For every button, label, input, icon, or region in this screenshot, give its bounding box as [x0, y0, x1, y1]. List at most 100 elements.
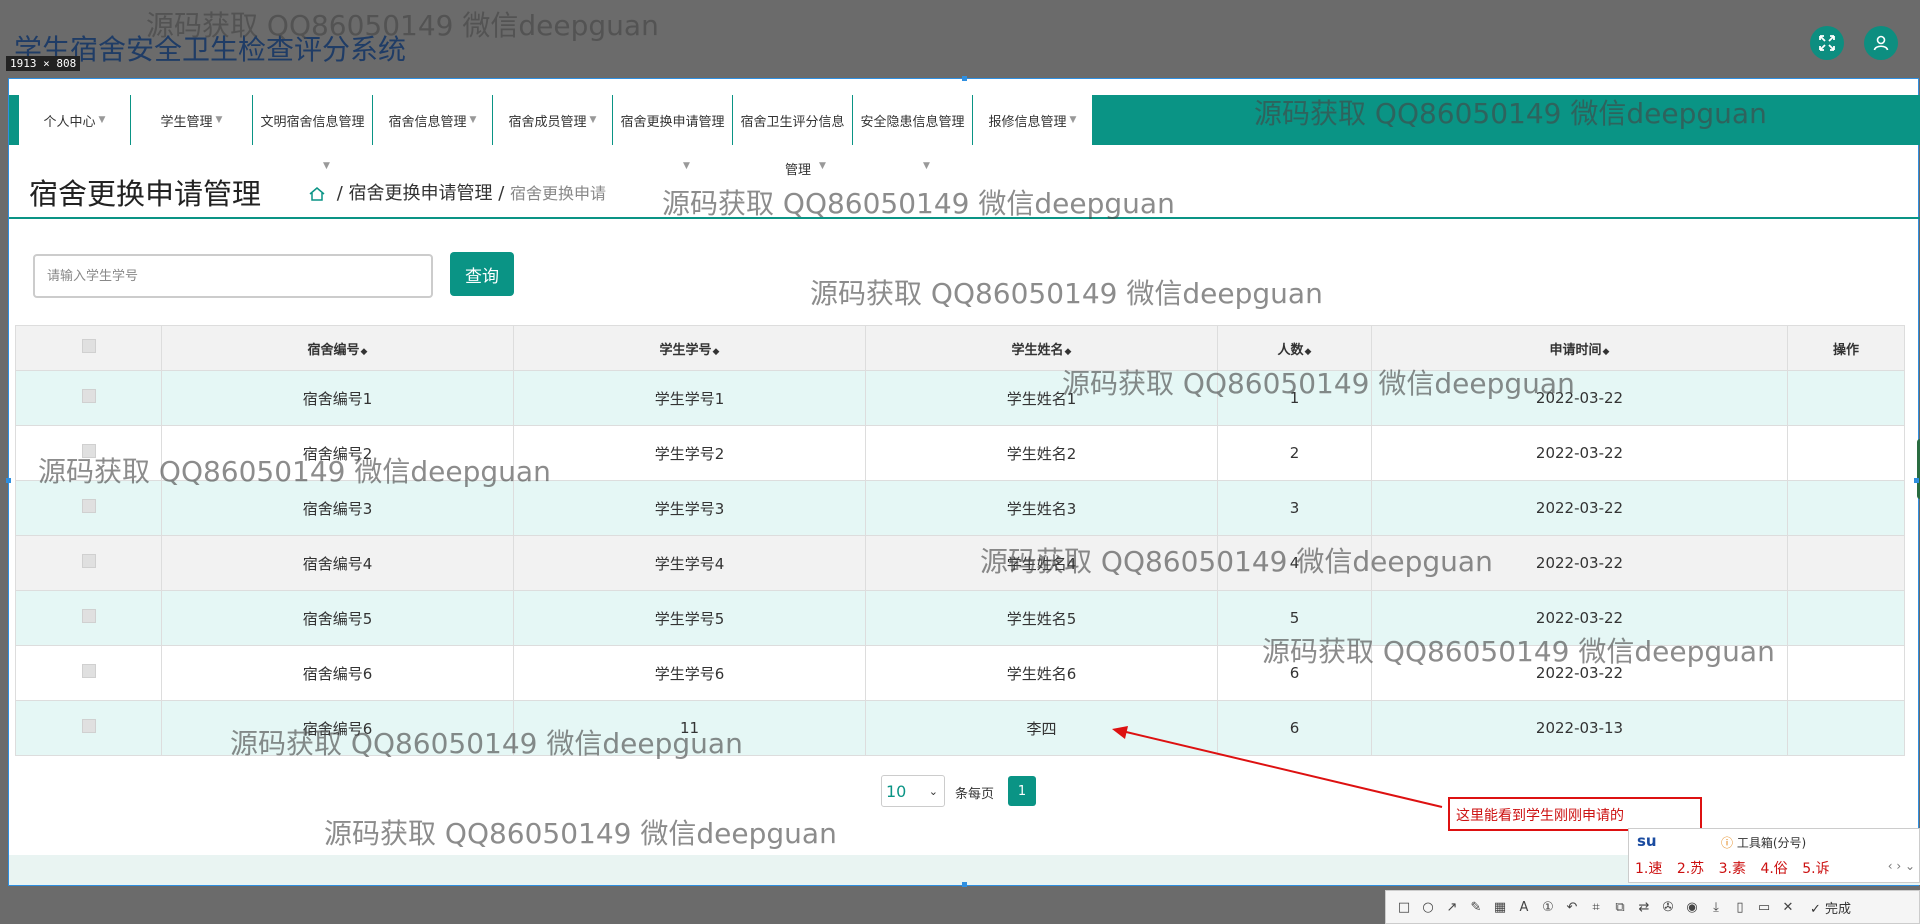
row-checkbox[interactable] [81, 499, 96, 513]
ime-candidate[interactable]: 3.素 [1719, 861, 1746, 877]
caret-down-icon: ▼ [323, 161, 330, 171]
fullscreen-icon[interactable] [1810, 26, 1844, 60]
cell-actions [1787, 645, 1905, 701]
row-checkbox[interactable] [81, 609, 96, 623]
col-label: 宿舍编号 [307, 342, 360, 358]
cell-student-id: 学生学号6 [513, 645, 866, 701]
row-checkbox[interactable] [81, 719, 96, 733]
nav-dorm-change-request[interactable]: 宿舍更换申请管理 [613, 95, 733, 145]
sort-icon[interactable]: ◆ [1305, 347, 1312, 357]
cell-dorm-number: 宿舍编号5 [161, 590, 514, 646]
resize-handle[interactable] [962, 76, 967, 81]
sort-icon[interactable]: ◆ [1065, 347, 1072, 357]
cell-apply-time: 2022-03-13 [1371, 700, 1788, 756]
cell-student-name: 学生姓名6 [865, 645, 1218, 701]
nav-dorm-info[interactable]: 宿舍信息管理 ▼ [373, 95, 493, 145]
circle-icon[interactable]: ○ [1418, 897, 1438, 917]
nav-label: 宿舍卫生评分信息 [740, 114, 845, 130]
arrow-icon[interactable]: ↗ [1442, 897, 1462, 917]
watermark: 源码获取 QQ86050149 微信deepguan [324, 817, 837, 850]
nav-repair-info[interactable]: 报修信息管理 ▼ [973, 95, 1093, 145]
resize-handle[interactable] [962, 882, 967, 887]
breadcrumb-separator: / [492, 183, 511, 204]
pen-icon[interactable]: ✎ [1466, 897, 1486, 917]
student-id-search-input[interactable] [33, 254, 433, 298]
annotation-text-box[interactable]: 这里能看到学生刚刚申请的 [1448, 797, 1702, 831]
nav-student-management[interactable]: 学生管理 ▼ [131, 95, 253, 145]
watermark: 源码获取 QQ86050149 微信deepguan [1254, 97, 1767, 130]
nav-label: 文明宿舍信息管理 [260, 114, 365, 130]
row-select-cell [15, 535, 162, 591]
home-icon[interactable] [309, 187, 325, 201]
page-size-select[interactable]: 10 ⌄ [881, 775, 945, 807]
done-button[interactable]: ✓ 完成 [1810, 898, 1851, 917]
sort-icon[interactable]: ◆ [1603, 347, 1610, 357]
select-all-checkbox[interactable] [81, 339, 96, 353]
rectangle-icon[interactable]: □ [1394, 897, 1414, 917]
dorm-change-request-table: 宿舍编号◆ 学生学号◆ 学生姓名◆ 人数◆ 申请时间◆ 操作 宿舍编号1 学生学… [15, 325, 1905, 756]
mosaic-icon[interactable]: ▦ [1490, 897, 1510, 917]
capture-size-badge: 1913 × 808 [6, 56, 81, 71]
chevron-down-icon: ⌄ [928, 784, 938, 798]
table-row[interactable]: 宿舍编号4 学生学号4 学生姓名4 4 2022-03-22 [15, 535, 1905, 591]
ime-candidate[interactable]: 4.俗 [1760, 861, 1787, 877]
nav-label: 安全隐患信息管理 [860, 114, 965, 130]
ime-candidate[interactable]: 5.诉 [1802, 861, 1829, 877]
breadcrumb-parent[interactable]: 宿舍更换申请管理 [349, 183, 493, 204]
undo-icon[interactable]: ↶ [1562, 897, 1582, 917]
nav-safety-hazard[interactable]: 安全隐患信息管理 [853, 95, 973, 145]
ime-candidates: 1.速 2.苏 3.素 4.俗 5.诉 [1635, 858, 1840, 878]
translate-icon[interactable]: ⇄ [1634, 897, 1654, 917]
page-button-current[interactable]: 1 [1008, 776, 1036, 806]
nav-dorm-hygiene[interactable]: 宿舍卫生评分信息 [733, 95, 853, 145]
table-header-row: 宿舍编号◆ 学生学号◆ 学生姓名◆ 人数◆ 申请时间◆ 操作 [15, 325, 1905, 371]
crop-icon[interactable]: ⌗ [1586, 897, 1606, 917]
col-dorm-number[interactable]: 宿舍编号◆ [161, 325, 514, 371]
watermark: 源码获取 QQ86050149 微信deepguan [1062, 367, 1575, 400]
sort-icon[interactable]: ◆ [361, 347, 368, 357]
close-icon[interactable]: ✕ [1778, 897, 1798, 917]
cell-count: 3 [1217, 480, 1372, 536]
nav-overflow-label: 管理 [785, 163, 812, 178]
record-icon[interactable]: ◉ [1682, 897, 1702, 917]
user-avatar-icon[interactable] [1864, 26, 1898, 60]
cell-dorm-number: 宿舍编号4 [161, 535, 514, 591]
capture-toolbar: □ ○ ↗ ✎ ▦ A ① ↶ ⌗ ⧉ ⇄ ✇ ◉ ⤓ ▯ ▭ ✕ ✓ 完成 [1385, 890, 1920, 924]
col-label: 学生姓名 [1011, 342, 1064, 358]
download-icon[interactable]: ⤓ [1706, 897, 1726, 917]
row-checkbox[interactable] [81, 554, 96, 568]
cell-student-name: 学生姓名3 [865, 480, 1218, 536]
copy-icon[interactable]: ⧉ [1610, 897, 1630, 917]
device-icon[interactable]: ▯ [1730, 897, 1750, 917]
query-button[interactable]: 查询 [450, 252, 514, 296]
col-label: 人数 [1277, 342, 1304, 358]
nav-label: 学生管理 [160, 114, 213, 130]
bookmark-icon[interactable]: ▭ [1754, 897, 1774, 917]
text-icon[interactable]: A [1514, 897, 1534, 917]
watermark: 源码获取 QQ86050149 微信deepguan [1262, 635, 1775, 668]
cell-apply-time: 2022-03-22 [1371, 425, 1788, 481]
row-checkbox[interactable] [81, 664, 96, 678]
col-label: 申请时间 [1549, 342, 1602, 358]
cell-actions [1787, 480, 1905, 536]
row-checkbox[interactable] [81, 389, 96, 403]
cell-student-id: 学生学号4 [513, 535, 866, 591]
ime-candidate[interactable]: 2.苏 [1677, 861, 1704, 877]
caret-down-icon: ▼ [98, 115, 106, 125]
nav-civilized-dorm[interactable]: 文明宿舍信息管理 [253, 95, 373, 145]
nav-personal-center[interactable]: 个人中心 ▼ [19, 95, 131, 145]
number-marker-icon[interactable]: ① [1538, 897, 1558, 917]
caret-down-icon: ▼ [589, 115, 597, 125]
col-student-id[interactable]: 学生学号◆ [513, 325, 866, 371]
ime-toolbox[interactable]: ⓘ 工具箱(分号) [1721, 834, 1806, 851]
sort-icon[interactable]: ◆ [713, 347, 720, 357]
nav-dorm-members[interactable]: 宿舍成员管理 ▼ [493, 95, 613, 145]
pin-icon[interactable]: ✇ [1658, 897, 1678, 917]
resize-handle[interactable] [1914, 478, 1919, 483]
ime-candidate[interactable]: 1.速 [1635, 861, 1662, 877]
table-row[interactable]: 宿舍编号1 学生学号1 学生姓名1 1 2022-03-22 [15, 370, 1905, 426]
ime-input: su [1637, 832, 1657, 850]
ime-page-arrows[interactable]: ‹ › ⌄ [1888, 859, 1915, 873]
watermark: 源码获取 QQ86050149 微信deepguan [810, 277, 1323, 310]
resize-handle[interactable] [6, 478, 11, 483]
